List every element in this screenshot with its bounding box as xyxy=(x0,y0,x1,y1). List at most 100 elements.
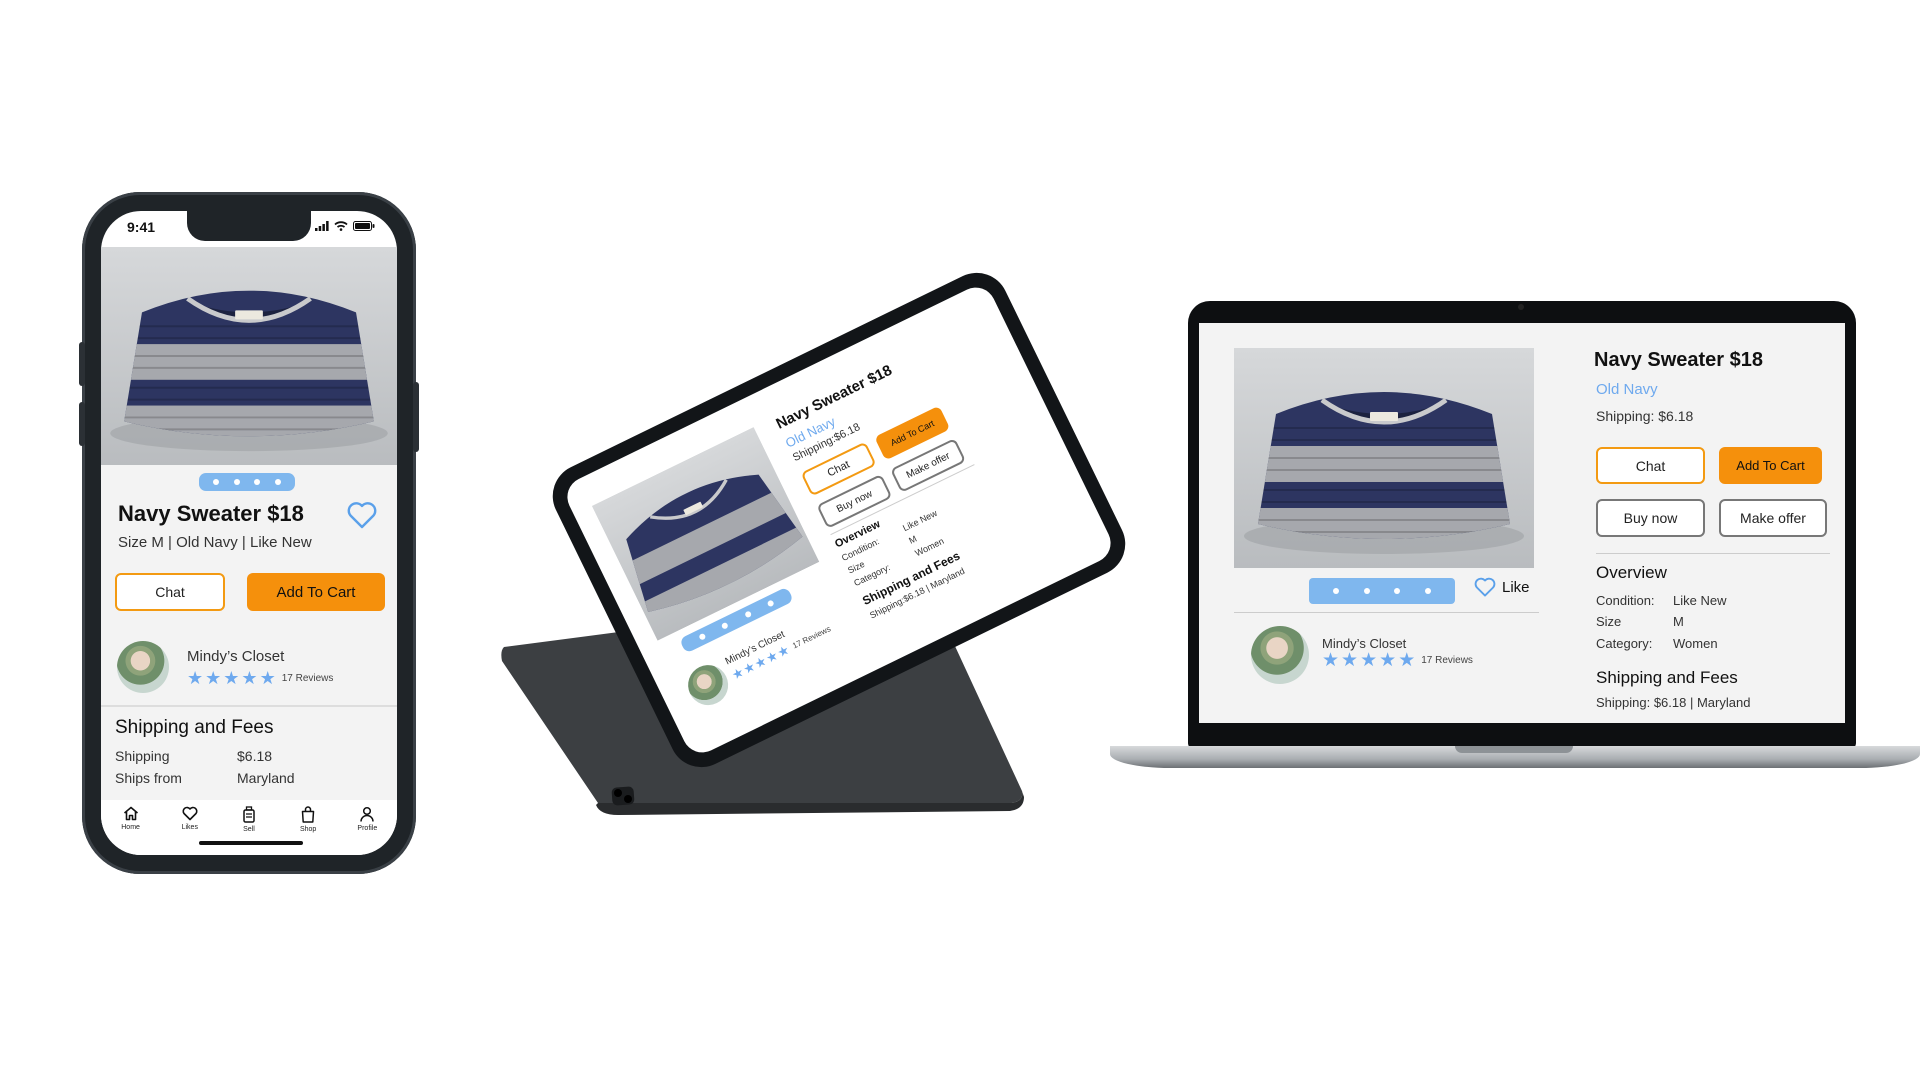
product-photo[interactable] xyxy=(591,427,820,641)
star-icon: ★ xyxy=(1322,650,1340,671)
laptop-opening-notch xyxy=(1455,746,1573,753)
condition-value: Like New xyxy=(901,507,939,534)
carousel-dot[interactable] xyxy=(1363,588,1370,594)
carousel-dot[interactable] xyxy=(233,479,240,485)
carousel-dot[interactable] xyxy=(1424,588,1431,594)
tab-bar: Home Likes Sell Shop Profile xyxy=(101,800,397,855)
carousel-dot[interactable] xyxy=(1394,588,1401,594)
chat-button[interactable]: Chat xyxy=(1596,447,1705,484)
laptop-mockup: Like Mindy’s Closet ★ ★ ★ ★ ★ 17 Reviews Nav… xyxy=(1188,301,1856,749)
carousel-dot[interactable] xyxy=(721,621,730,630)
condition-value: Like New xyxy=(1673,593,1727,608)
tab-profile[interactable]: Profile xyxy=(342,806,392,855)
seller-rating: ★ ★ ★ ★ ★ 17 Reviews xyxy=(187,669,333,687)
shipping-summary: Shipping: $6.18 | Maryland xyxy=(1596,695,1751,710)
carousel-dot[interactable] xyxy=(213,479,220,485)
add-to-cart-button[interactable]: Add To Cart xyxy=(1719,447,1822,484)
seller-avatar[interactable] xyxy=(117,641,169,693)
carousel-dot[interactable] xyxy=(766,599,775,608)
phone-volume-down xyxy=(79,402,85,446)
carousel-dot[interactable] xyxy=(698,632,707,641)
wifi-icon xyxy=(334,221,348,231)
laptop-base xyxy=(1110,746,1920,768)
carousel-dot[interactable] xyxy=(254,479,261,485)
carousel-dot[interactable] xyxy=(743,610,752,619)
sweater-image xyxy=(101,247,397,465)
sweater-image xyxy=(1234,348,1534,568)
make-offer-button[interactable]: Make offer xyxy=(1719,499,1827,537)
phone-notch xyxy=(187,211,311,241)
carousel-indicator[interactable] xyxy=(199,473,295,491)
review-count[interactable]: 17 Reviews xyxy=(282,673,334,684)
phone-mockup: 9:41 Navy Sweater $18 Size M | Old Navy … xyxy=(79,192,419,874)
category-label: Category: xyxy=(1596,636,1653,651)
tab-likes-label: Likes xyxy=(181,824,198,831)
shipping-value: $6.18 xyxy=(237,748,273,764)
star-icon: ★ xyxy=(1379,650,1397,671)
tab-home-label: Home xyxy=(121,824,140,831)
size-value: M xyxy=(1673,614,1684,629)
seller-name[interactable]: Mindy’s Closet xyxy=(187,648,284,665)
add-to-cart-button[interactable]: Add To Cart xyxy=(247,573,385,611)
seller-avatar[interactable] xyxy=(681,658,735,712)
review-count[interactable]: 17 Reviews xyxy=(1421,655,1473,666)
heart-icon xyxy=(1474,577,1496,597)
tab-shop[interactable]: Shop xyxy=(283,806,333,855)
category-value: Women xyxy=(1673,636,1718,651)
shipping-title: Shipping and Fees xyxy=(115,717,274,738)
carousel-dot[interactable] xyxy=(274,479,281,485)
tab-profile-label: Profile xyxy=(357,825,378,832)
product-photo[interactable] xyxy=(1234,348,1534,568)
tab-sell[interactable]: Sell xyxy=(224,806,274,855)
chat-button[interactable]: Chat xyxy=(115,573,225,611)
seller-avatar[interactable] xyxy=(1251,626,1309,684)
review-count[interactable]: 17 Reviews xyxy=(791,624,832,650)
tab-likes[interactable]: Likes xyxy=(165,806,215,855)
star-icon: ★ xyxy=(241,668,258,688)
shopping-bag-icon xyxy=(301,806,315,823)
star-icon: ★ xyxy=(1341,650,1359,671)
buy-now-button[interactable]: Buy now xyxy=(1596,499,1705,537)
battery-icon xyxy=(353,221,375,231)
star-icon: ★ xyxy=(223,668,240,688)
star-icon: ★ xyxy=(1398,650,1416,671)
phone-screen: 9:41 Navy Sweater $18 Size M | Old Navy … xyxy=(101,211,397,855)
star-icon: ★ xyxy=(187,668,204,688)
size-value: M xyxy=(907,533,919,546)
like-button[interactable]: Like xyxy=(1474,577,1530,597)
laptop-screen: Like Mindy’s Closet ★ ★ ★ ★ ★ 17 Reviews Nav… xyxy=(1199,323,1845,723)
home-icon xyxy=(123,806,138,821)
product-title: Navy Sweater $18 xyxy=(118,501,304,526)
phone-power-button xyxy=(413,382,419,452)
star-icon: ★ xyxy=(259,668,276,688)
sweater-image xyxy=(591,427,820,641)
home-indicator xyxy=(199,841,303,845)
ships-from-value: Maryland xyxy=(237,770,295,786)
overview-title: Overview xyxy=(1596,563,1667,582)
tab-home[interactable]: Home xyxy=(106,806,156,855)
carousel-indicator[interactable] xyxy=(1309,578,1455,604)
profile-icon xyxy=(360,806,375,822)
status-icons xyxy=(315,221,375,231)
star-icon: ★ xyxy=(1360,650,1378,671)
product-subtitle: Size M | Old Navy | Like New xyxy=(118,534,312,551)
carousel-dot[interactable] xyxy=(1333,588,1340,594)
brand-link[interactable]: Old Navy xyxy=(1596,381,1658,398)
tab-sell-label: Sell xyxy=(243,826,255,833)
tab-shop-label: Shop xyxy=(299,826,317,833)
product-title: Navy Sweater $18 xyxy=(1594,349,1764,371)
product-photo[interactable] xyxy=(101,247,397,465)
seller-name[interactable]: Mindy’s Closet xyxy=(1322,636,1406,651)
seller-rating: ★ ★ ★ ★ ★ 17 Reviews xyxy=(1322,651,1473,670)
heart-icon[interactable] xyxy=(347,501,377,529)
signal-icon xyxy=(315,221,329,231)
divider xyxy=(1596,553,1830,554)
shipping-price: Shipping: $6.18 xyxy=(1596,408,1694,424)
like-label: Like xyxy=(1502,578,1530,596)
status-time: 9:41 xyxy=(127,219,156,235)
tablet-screen: Mindy’s Closet ★ ★ ★ ★ ★ 17 Reviews Navy Swe… xyxy=(560,280,1118,760)
heart-icon xyxy=(182,806,198,821)
sell-icon xyxy=(243,806,255,823)
laptop-camera xyxy=(1518,304,1524,310)
shipping-title: Shipping and Fees xyxy=(1596,668,1738,687)
